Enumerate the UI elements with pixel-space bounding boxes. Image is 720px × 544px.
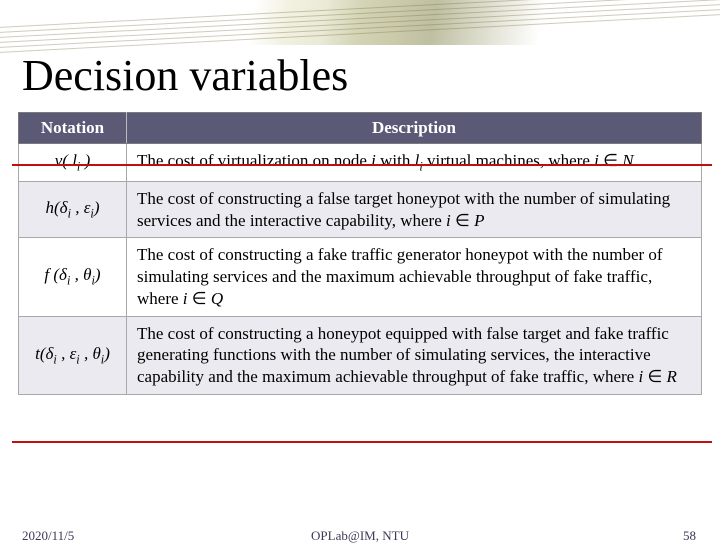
table-header-row: Notation Description: [19, 113, 702, 144]
description-cell: The cost of constructing a honeypot equi…: [127, 316, 702, 394]
notation-cell: v( li ): [19, 143, 127, 181]
description-cell: The cost of constructing a fake traffic …: [127, 238, 702, 316]
variables-table-container: Notation Description v( li )The cost of …: [18, 112, 702, 395]
notation-cell: f (δi , θi): [19, 238, 127, 316]
red-strike-line: [12, 441, 712, 443]
notation-cell: t(δi , εi , θi): [19, 316, 127, 394]
footer-center: OPLab@IM, NTU: [311, 528, 409, 544]
table-row: v( li )The cost of virtualization on nod…: [19, 143, 702, 181]
footer-page-number: 58: [683, 528, 696, 544]
slide-top-decoration: [0, 0, 720, 45]
notation-cell: h(δi , εi): [19, 181, 127, 238]
table-row: f (δi , θi)The cost of constructing a fa…: [19, 238, 702, 316]
header-notation: Notation: [19, 113, 127, 144]
slide-title: Decision variables: [22, 50, 348, 101]
table-row: h(δi , εi)The cost of constructing a fal…: [19, 181, 702, 238]
table-row: t(δi , εi , θi)The cost of constructing …: [19, 316, 702, 394]
footer-date: 2020/11/5: [22, 528, 74, 544]
header-description: Description: [127, 113, 702, 144]
description-cell: The cost of constructing a false target …: [127, 181, 702, 238]
red-strike-line: [12, 164, 712, 166]
description-cell: The cost of virtualization on node i wit…: [127, 143, 702, 181]
variables-table: Notation Description v( li )The cost of …: [18, 112, 702, 395]
